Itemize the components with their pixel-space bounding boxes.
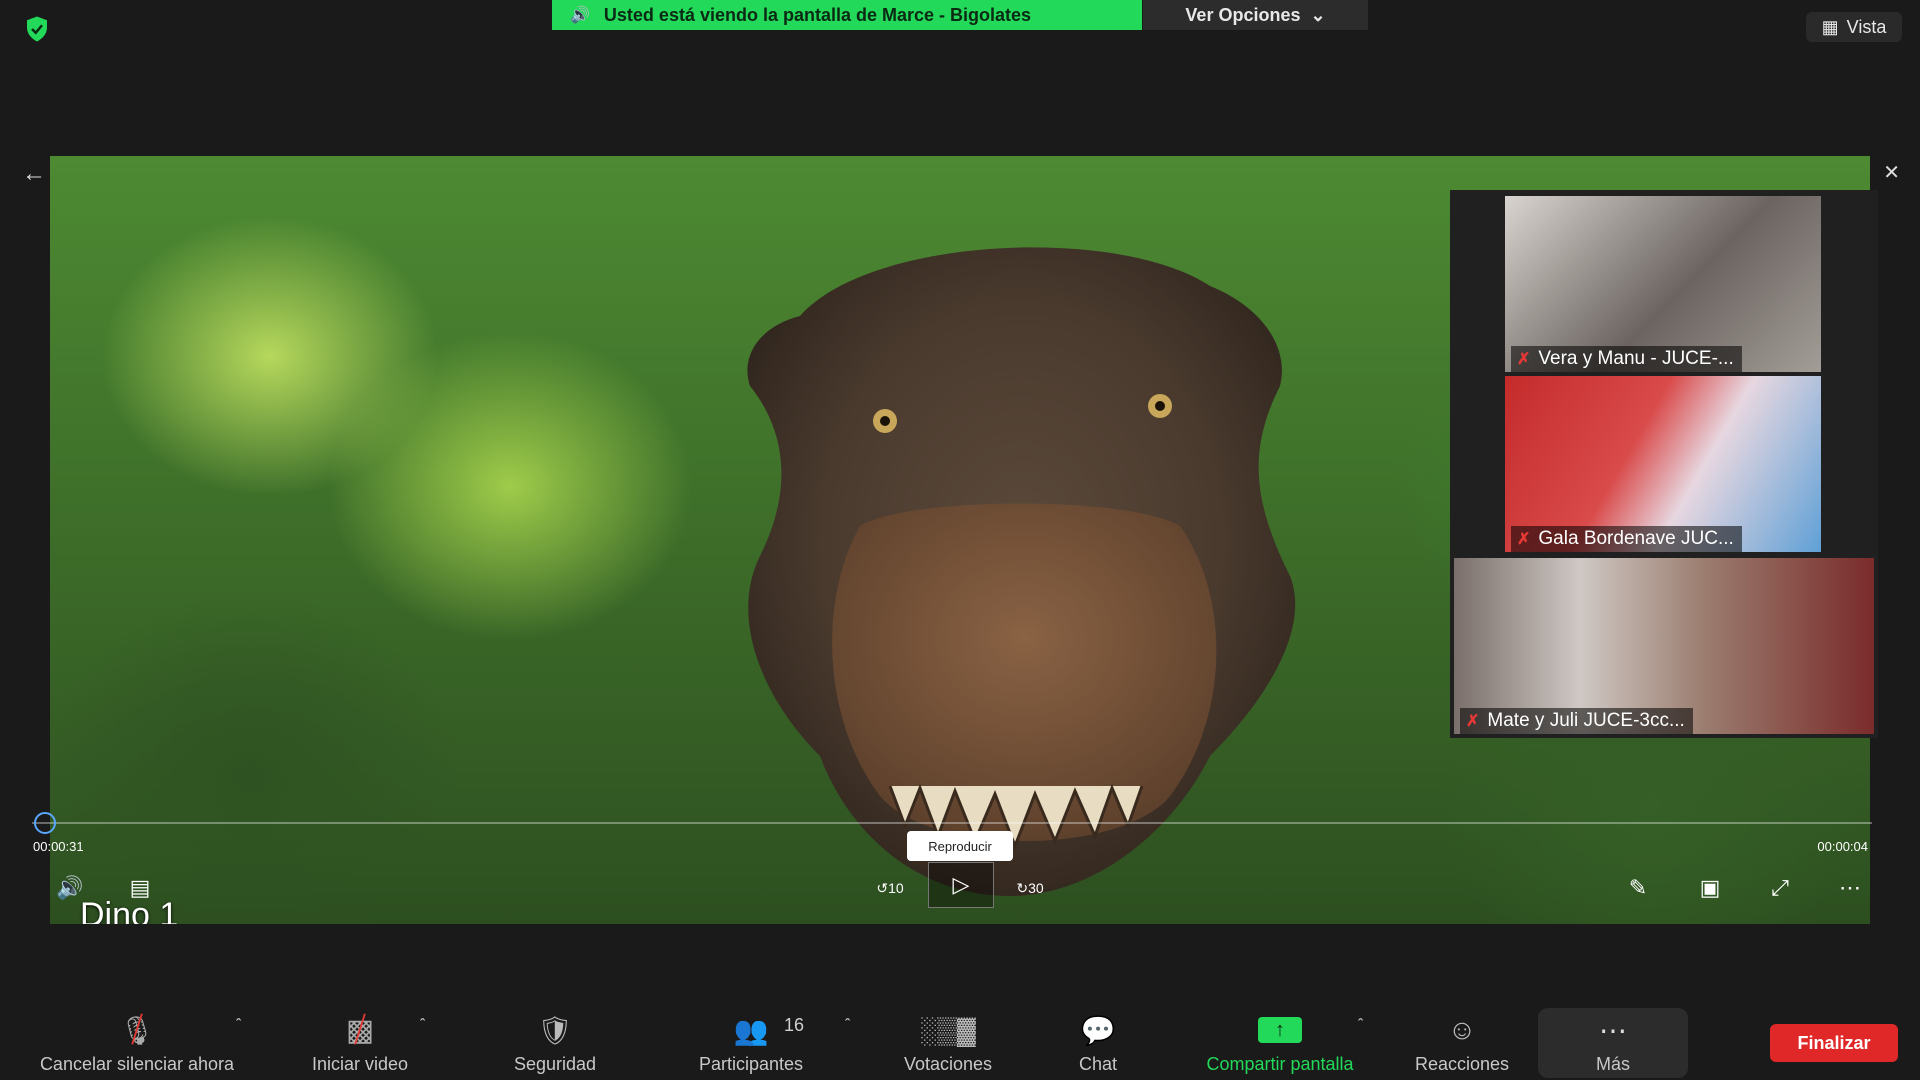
- view-button[interactable]: ▦ Vista: [1806, 12, 1902, 42]
- forward-30-button[interactable]: ↻ 30: [1010, 870, 1050, 906]
- picture-in-picture-icon[interactable]: ▣: [1692, 870, 1728, 906]
- polls-button[interactable]: ░▒▓ Votaciones: [885, 1005, 1011, 1075]
- video-label: Iniciar video: [311, 1054, 409, 1074]
- participants-label: Participantes: [698, 1054, 804, 1074]
- chevron-down-icon: ⌄: [1310, 4, 1326, 25]
- mute-label: Cancelar silenciar ahora: [39, 1054, 235, 1074]
- participant-name: Mate y Juli JUCE-3cc...: [1487, 710, 1685, 731]
- elapsed-time: 00:00:31: [33, 839, 84, 854]
- participant-name-tag: ✗ Mate y Juli JUCE-3cc...: [1460, 708, 1693, 734]
- camera-off-icon: ▩ ⧸: [345, 1010, 375, 1049]
- participant-tile[interactable]: ✗ Gala Bordenave JUC...: [1505, 376, 1821, 552]
- ellipsis-icon: ⋯: [1599, 1014, 1627, 1046]
- participants-options-caret[interactable]: ˆ: [845, 1017, 850, 1035]
- fullscreen-icon[interactable]: ⤢: [1762, 870, 1798, 906]
- more-button[interactable]: ⋯ Más: [1538, 1005, 1688, 1075]
- muted-mic-icon: ✗: [1517, 351, 1531, 368]
- participants-count: 16: [784, 1015, 805, 1035]
- emoji-icon: ☺: [1447, 1014, 1477, 1045]
- security-label: Seguridad: [513, 1054, 597, 1074]
- share-screen-icon: ↑: [1258, 1010, 1302, 1050]
- participant-tile[interactable]: ✗ Mate y Juli JUCE-3cc...: [1454, 558, 1874, 734]
- participant-thumbnails: ✗ Vera y Manu - JUCE-... ✗ Gala Bordenav…: [1450, 190, 1878, 738]
- participant-tile[interactable]: ✗ Vera y Manu - JUCE-...: [1505, 196, 1821, 372]
- participant-name-tag: ✗ Gala Bordenave JUC...: [1511, 526, 1742, 552]
- muted-mic-icon: ✗: [1517, 531, 1531, 548]
- chat-button[interactable]: 💬 Chat: [1058, 1005, 1138, 1075]
- forward-seconds: 30: [1028, 880, 1044, 896]
- participants-icon: 👥: [733, 1014, 769, 1046]
- share-screen-button[interactable]: ↑ Compartir pantalla: [1180, 1005, 1380, 1075]
- mute-button[interactable]: 🎙 ⧸ Cancelar silenciar ahora: [14, 1005, 260, 1075]
- rewind-seconds: 10: [888, 880, 904, 896]
- grid-view-icon: ▦: [1821, 16, 1839, 37]
- video-button[interactable]: ▩ ⧸ Iniciar video: [290, 1005, 430, 1075]
- play-icon: ▷: [952, 872, 970, 897]
- muted-mic-icon: ✗: [1466, 713, 1480, 730]
- remaining-time: 00:00:04: [1817, 839, 1868, 854]
- share-banner-text: Usted está viendo la pantalla de Marce -…: [603, 4, 1032, 25]
- rewind-icon: ↺: [876, 879, 889, 896]
- video-options-caret[interactable]: ˆ: [420, 1017, 425, 1035]
- forward-icon: ↻: [1016, 879, 1029, 896]
- mic-muted-icon: 🎙 ⧸: [119, 1010, 155, 1049]
- share-options-caret[interactable]: ˆ: [1358, 1017, 1363, 1035]
- back-arrow-icon[interactable]: ←: [22, 160, 46, 188]
- more-options-icon[interactable]: ⋯: [1832, 870, 1868, 906]
- chat-label: Chat: [1078, 1054, 1118, 1074]
- play-button[interactable]: ▷: [928, 862, 994, 908]
- shield-icon: 🛡: [537, 1014, 573, 1046]
- mute-options-caret[interactable]: ˆ: [236, 1017, 241, 1035]
- more-label: Más: [1595, 1054, 1630, 1074]
- captions-icon[interactable]: ▤: [122, 870, 158, 906]
- play-tooltip: Reproducir: [907, 831, 1013, 861]
- security-shield-icon[interactable]: [22, 14, 52, 44]
- speaker-icon: 🔊: [570, 7, 590, 24]
- polls-label: Votaciones: [903, 1054, 993, 1074]
- participant-name: Gala Bordenave JUC...: [1538, 528, 1734, 549]
- participant-name-tag: ✗ Vera y Manu - JUCE-...: [1511, 346, 1742, 372]
- reactions-label: Reacciones: [1414, 1054, 1510, 1074]
- rewind-10-button[interactable]: ↺ 10: [870, 870, 910, 906]
- progress-bar[interactable]: [32, 822, 1872, 824]
- share-label: Compartir pantalla: [1206, 1054, 1354, 1074]
- reactions-button[interactable]: ☺ Reacciones: [1402, 1005, 1522, 1075]
- end-meeting-button[interactable]: Finalizar: [1770, 1024, 1898, 1062]
- view-options-button[interactable]: Ver Opciones ⌄: [1143, 0, 1368, 30]
- dinosaur-image: [747, 247, 1296, 896]
- progress-knob[interactable]: [34, 812, 56, 834]
- participant-name: Vera y Manu - JUCE-...: [1538, 348, 1734, 369]
- screen-share-banner: 🔊 Usted está viendo la pantalla de Marce…: [552, 0, 1142, 30]
- close-icon[interactable]: ✕: [1883, 160, 1900, 185]
- view-options-label: Ver Opciones: [1185, 4, 1301, 25]
- volume-icon[interactable]: 🔊: [52, 870, 88, 906]
- bar-chart-icon: ░▒▓: [920, 1014, 976, 1045]
- edit-pencil-icon[interactable]: ✎: [1620, 870, 1656, 906]
- view-label: Vista: [1846, 16, 1887, 37]
- security-button[interactable]: 🛡 Seguridad: [495, 1005, 615, 1075]
- chat-bubble-icon: 💬: [1080, 1014, 1116, 1046]
